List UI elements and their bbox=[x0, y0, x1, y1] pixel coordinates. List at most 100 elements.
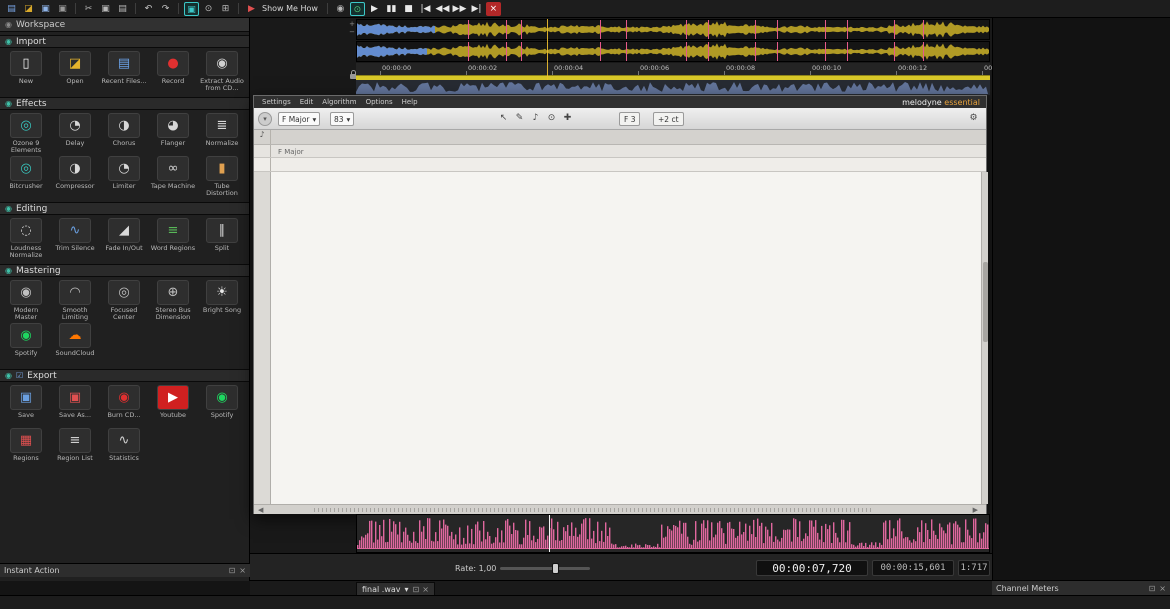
select-tool-button[interactable]: ▣ bbox=[184, 2, 199, 16]
record-enable-button[interactable]: ⊙ bbox=[350, 2, 365, 16]
waveform-track-2[interactable] bbox=[356, 41, 990, 62]
action-recent-files[interactable]: ▤Recent Files... bbox=[100, 51, 148, 93]
save-button[interactable]: ▣ bbox=[38, 2, 53, 16]
action-region-list[interactable]: ≡Region List bbox=[51, 428, 99, 470]
action-extract-audio-from-cd[interactable]: ◉Extract Audio from CD... bbox=[198, 51, 246, 93]
rewind-button[interactable]: ◀◀ bbox=[435, 2, 450, 16]
menu-algorithm[interactable]: Algorithm bbox=[322, 98, 356, 106]
section-header-import[interactable]: ◉Import bbox=[0, 35, 249, 48]
close-panel-icon[interactable]: × bbox=[1159, 584, 1166, 593]
workspace-header[interactable]: ◉ Workspace bbox=[0, 18, 249, 32]
key-select[interactable]: F Major▾ bbox=[278, 112, 320, 126]
section-header-export[interactable]: ◉☑Export bbox=[0, 369, 249, 382]
melodyne-chord-row[interactable] bbox=[254, 158, 986, 172]
pause-button[interactable]: ▮▮ bbox=[384, 2, 399, 16]
action-new[interactable]: ▯New bbox=[2, 51, 50, 93]
redo-button[interactable]: ↷ bbox=[158, 2, 173, 16]
section-header-editing[interactable]: ◉Editing bbox=[0, 202, 249, 215]
action-tube-distortion[interactable]: ▮Tube Distortion bbox=[198, 156, 246, 198]
forward-button[interactable]: ▶▶ bbox=[452, 2, 467, 16]
close-panel-icon[interactable]: × bbox=[239, 566, 246, 575]
go-end-button[interactable]: ▶| bbox=[469, 2, 484, 16]
action-save[interactable]: ▣Save bbox=[2, 385, 50, 427]
action-compressor[interactable]: ◑Compressor bbox=[51, 156, 99, 198]
action-smooth-limiting[interactable]: ◠Smooth Limiting bbox=[51, 280, 99, 322]
action-modern-master[interactable]: ◉Modern Master bbox=[2, 280, 50, 322]
action-youtube[interactable]: ▶Youtube bbox=[149, 385, 197, 427]
undo-button[interactable]: ↶ bbox=[141, 2, 156, 16]
action-regions[interactable]: ▦Regions bbox=[2, 428, 50, 470]
action-open[interactable]: ◪Open bbox=[51, 51, 99, 93]
melodyne-scale-row[interactable]: F Major bbox=[254, 145, 986, 158]
melodyne-titlebar[interactable]: SettingsEditAlgorithmOptionsHelp melodyn… bbox=[254, 96, 986, 108]
action-loudness-normalize[interactable]: ◌Loudness Normalize bbox=[2, 218, 50, 260]
melodyne-pitch-strip[interactable] bbox=[254, 172, 271, 504]
action-delay[interactable]: ◔Delay bbox=[51, 113, 99, 155]
stop-button[interactable]: ■ bbox=[401, 2, 416, 16]
move-tool[interactable]: ✚ bbox=[560, 111, 575, 126]
melodyne-menu-button[interactable]: ▾ bbox=[258, 112, 272, 126]
close-button[interactable]: × bbox=[486, 2, 501, 16]
new-file-button[interactable]: ▤ bbox=[4, 2, 19, 16]
zoom-tool[interactable]: ⊙ bbox=[544, 111, 559, 126]
playback-rate-slider[interactable] bbox=[500, 567, 590, 570]
close-tab-icon[interactable]: × bbox=[422, 585, 429, 594]
float-panel-icon[interactable]: ⊡ bbox=[1149, 584, 1156, 593]
action-limiter[interactable]: ◔Limiter bbox=[100, 156, 148, 198]
tempo-select[interactable]: 83▾ bbox=[330, 112, 354, 126]
song-overview-waveform[interactable] bbox=[356, 514, 990, 553]
action-statistics[interactable]: ∿Statistics bbox=[100, 428, 148, 470]
menu-help[interactable]: Help bbox=[402, 98, 418, 106]
show-me-how-label[interactable]: Show Me How bbox=[262, 4, 318, 13]
action-tape-machine[interactable]: ∞Tape Machine bbox=[149, 156, 197, 198]
action-fade-in-out[interactable]: ◢Fade In/Out bbox=[100, 218, 148, 260]
action-word-regions[interactable]: ≡Word Regions bbox=[149, 218, 197, 260]
chevron-down-icon[interactable]: ▾ bbox=[405, 585, 409, 594]
action-spotify[interactable]: ◉Spotify bbox=[2, 323, 50, 365]
save-all-button[interactable]: ▣ bbox=[55, 2, 70, 16]
action-spotify[interactable]: ◉Spotify bbox=[198, 385, 246, 427]
melodyne-note-editor[interactable] bbox=[271, 172, 981, 504]
rate-slider-thumb[interactable] bbox=[552, 563, 559, 574]
playhead-cursor[interactable] bbox=[547, 19, 548, 80]
settings-gear-icon[interactable]: ⚙ bbox=[966, 111, 981, 126]
grid-tool-button[interactable]: ⊞ bbox=[218, 2, 233, 16]
action-save-as[interactable]: ▣Save As... bbox=[51, 385, 99, 427]
menu-options[interactable]: Options bbox=[366, 98, 393, 106]
zoom-tool-button[interactable]: ⊙ bbox=[201, 2, 216, 16]
cut-button[interactable]: ✂ bbox=[81, 2, 96, 16]
play-button[interactable]: ▶ bbox=[367, 2, 382, 16]
melodyne-bar-ruler[interactable]: ♪ bbox=[254, 130, 986, 145]
timeline-ruler[interactable]: 00:00:0000:00:0200:00:0400:00:0600:00:08… bbox=[356, 63, 990, 75]
pencil-tool[interactable]: ✎ bbox=[512, 111, 527, 126]
action-bright-song[interactable]: ☀Bright Song bbox=[198, 280, 246, 322]
paste-button[interactable]: ▤ bbox=[115, 2, 130, 16]
melodyne-vscrollbar[interactable] bbox=[981, 172, 988, 504]
action-chorus[interactable]: ◑Chorus bbox=[100, 113, 148, 155]
copy-button[interactable]: ▣ bbox=[98, 2, 113, 16]
section-header-mastering[interactable]: ◉Mastering bbox=[0, 264, 249, 277]
melodyne-hscrollbar[interactable]: ◀ ▶ bbox=[254, 504, 986, 514]
note-tool[interactable]: ♪ bbox=[528, 111, 543, 126]
section-header-effects[interactable]: ◉Effects bbox=[0, 97, 249, 110]
action-focused-center[interactable]: ◎Focused Center bbox=[100, 280, 148, 322]
note-display[interactable]: F 3 bbox=[619, 112, 640, 126]
action-stereo-bus-dimension[interactable]: ⊕Stereo Bus Dimension bbox=[149, 280, 197, 322]
action-split[interactable]: ∥Split bbox=[198, 218, 246, 260]
float-panel-icon[interactable]: ⊡ bbox=[229, 566, 236, 575]
cents-display[interactable]: +2 ct bbox=[653, 112, 684, 126]
instant-action-panel-tab[interactable]: Instant Action ⊡ × bbox=[0, 563, 250, 577]
action-flanger[interactable]: ◕Flanger bbox=[149, 113, 197, 155]
action-trim-silence[interactable]: ∿Trim Silence bbox=[51, 218, 99, 260]
action-ozone-9-elements[interactable]: ◎Ozone 9 Elements bbox=[2, 113, 50, 155]
waveform-track-1[interactable] bbox=[356, 19, 990, 40]
menu-edit[interactable]: Edit bbox=[300, 98, 314, 106]
file-tab[interactable]: final .wav ▾ ⊡ × bbox=[356, 582, 435, 596]
show-me-how-button[interactable]: ▶ bbox=[244, 2, 259, 16]
action-normalize[interactable]: ≣Normalize bbox=[198, 113, 246, 155]
open-button[interactable]: ◪ bbox=[21, 2, 36, 16]
action-bitcrusher[interactable]: ◎Bitcrusher bbox=[2, 156, 50, 198]
action-soundcloud[interactable]: ☁SoundCloud bbox=[51, 323, 99, 365]
pointer-tool[interactable]: ↖ bbox=[496, 111, 511, 126]
action-record[interactable]: ●Record bbox=[149, 51, 197, 93]
